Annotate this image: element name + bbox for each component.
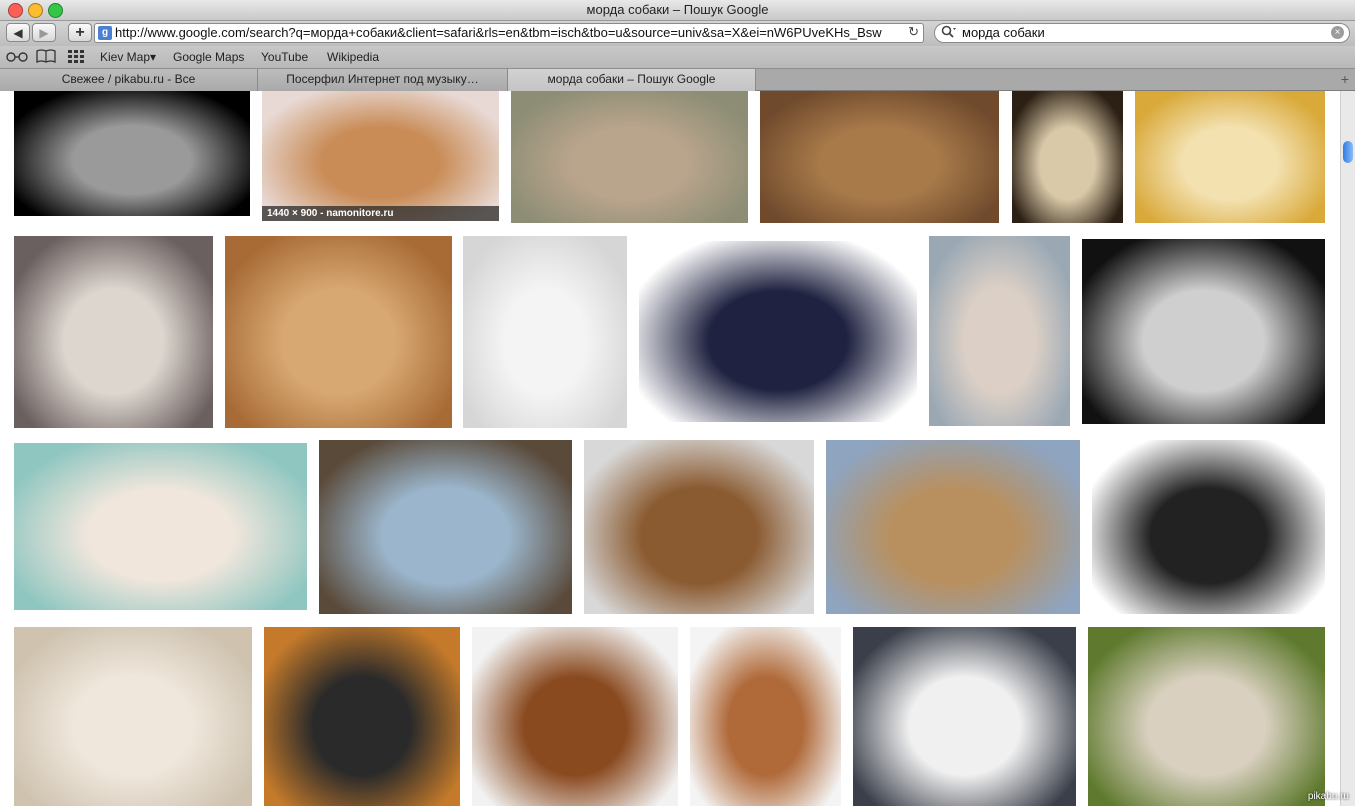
search-field[interactable]: морда собаки × — [934, 23, 1350, 43]
result-image-dogs-porcupines[interactable] — [584, 440, 814, 614]
reading-list-icon[interactable] — [6, 49, 28, 66]
google-favicon-icon: g — [98, 26, 112, 40]
reload-icon[interactable]: ↻ — [908, 24, 919, 40]
result-image-black-dog-snow[interactable] — [639, 241, 917, 422]
forward-button[interactable]: ▶ — [32, 23, 56, 42]
result-image-bulldog-smile[interactable] — [14, 627, 252, 806]
url-text[interactable]: http://www.google.com/search?q=морда+соб… — [115, 25, 901, 40]
result-image-boxer[interactable] — [472, 627, 678, 806]
bookmarks-book-icon[interactable] — [36, 49, 56, 66]
result-image-chihuahua-pink[interactable]: 1440 × 900 - namonitore.ru — [262, 91, 499, 221]
bookmark-wikipedia[interactable]: Wikipedia — [327, 50, 379, 64]
result-image-dog-nose-closeup[interactable] — [1088, 627, 1325, 806]
result-image-shaggy-terrier[interactable] — [511, 91, 748, 223]
add-bookmark-button[interactable]: + — [68, 23, 92, 42]
tab-music[interactable]: Посерфил Интернет под музыку… — [258, 69, 508, 91]
result-image-wolf-dog-grass[interactable] — [826, 440, 1080, 614]
search-icon[interactable] — [941, 25, 957, 42]
tab-bar: Свежее / pikabu.ru - Все Посерфил Интерн… — [0, 68, 1355, 91]
result-image-bull-terrier[interactable] — [463, 236, 627, 428]
result-image-bulldog-collar[interactable] — [14, 236, 213, 428]
image-size-caption: 1440 × 900 - namonitore.ru — [262, 206, 499, 221]
result-image-putin-portrait[interactable] — [929, 236, 1070, 426]
bookmarks-bar: Kiev Map▾ Google Maps YouTube Wikipedia — [0, 46, 1355, 68]
address-bar[interactable]: g http://www.google.com/search?q=морда+с… — [94, 23, 924, 43]
result-image-brown-dog-porcupine[interactable] — [760, 91, 999, 223]
result-image-pug[interactable] — [225, 236, 452, 428]
result-image-husky-bw[interactable] — [1082, 239, 1325, 424]
watermark: pikabu.ru — [1307, 791, 1349, 802]
tab-pikabu[interactable]: Свежее / pikabu.ru - Все — [0, 69, 258, 91]
result-image-husky-blue-eyes[interactable] — [853, 627, 1076, 806]
result-image-dog-closeup-nose[interactable] — [1012, 91, 1123, 223]
result-image-pharaoh-hound[interactable] — [690, 627, 841, 806]
bookmark-kiev-map[interactable]: Kiev Map▾ — [100, 50, 156, 64]
result-image-vector-dog[interactable] — [1135, 91, 1325, 223]
window-title: морда собаки – Пошук Google — [586, 2, 769, 17]
result-image-boston-terrier[interactable] — [1092, 440, 1325, 614]
bookmark-youtube[interactable]: YouTube — [261, 50, 308, 64]
scrollbar-thumb[interactable] — [1343, 141, 1353, 163]
result-image-dachshund-black[interactable] — [14, 91, 250, 216]
clear-search-icon[interactable]: × — [1331, 26, 1344, 39]
result-image-hand-painted-dog[interactable] — [264, 627, 460, 806]
image-results-grid: 1440 × 900 - namonitore.ru — [0, 91, 1340, 806]
result-image-dog-vs-putin[interactable] — [319, 440, 572, 614]
result-image-yorkie-mug[interactable] — [14, 443, 307, 610]
tab-google-search[interactable]: морда собаки – Пошук Google — [508, 69, 756, 91]
top-sites-grid-icon[interactable] — [68, 50, 84, 66]
toolbar: ◀ ▶ + g http://www.google.com/search?q=м… — [0, 21, 1355, 46]
bookmark-google-maps[interactable]: Google Maps — [173, 50, 244, 64]
search-query[interactable]: морда собаки — [962, 25, 1045, 40]
new-tab-icon[interactable]: + — [1341, 71, 1349, 87]
vertical-scrollbar[interactable] — [1340, 91, 1355, 806]
back-button[interactable]: ◀ — [6, 23, 30, 42]
title-bar: морда собаки – Пошук Google — [0, 0, 1355, 21]
